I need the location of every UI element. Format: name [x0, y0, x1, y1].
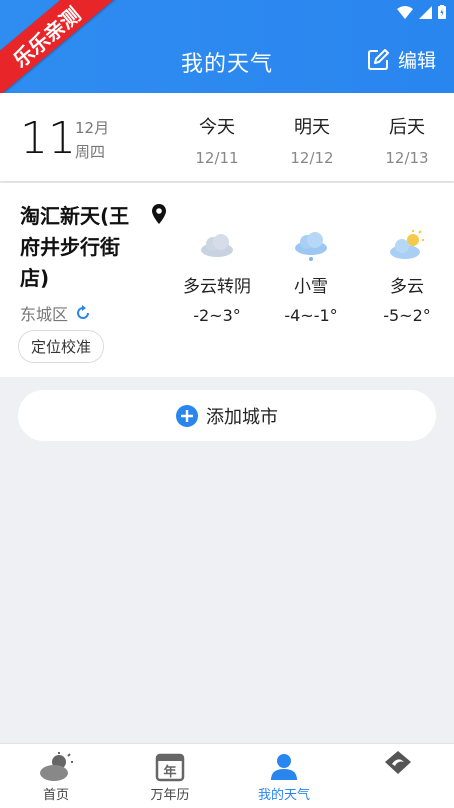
discover-icon	[385, 751, 411, 774]
forecast-condition: 多云	[390, 277, 424, 297]
wifi-icon	[397, 5, 413, 19]
district: 东城区	[20, 301, 92, 325]
forecast-temp: -4~-1°	[284, 306, 338, 325]
bottom-tab-bar: 首页 年 万年历 我的天气	[0, 743, 454, 808]
edit-button[interactable]: 编辑	[366, 46, 436, 73]
day-date: 12/12	[290, 149, 334, 167]
forecast-condition: 多云转阴	[183, 277, 251, 297]
day-date: 12/13	[385, 149, 429, 167]
city-weather-card[interactable]: 淘汇新天(王府井步行街店) 东城区 定位校准 多云转阴 -2~3° 小雪 -4~…	[0, 183, 454, 377]
edit-label: 编辑	[397, 50, 436, 72]
home-weather-icon	[40, 752, 73, 781]
tab-calendar[interactable]: 年 万年历	[125, 750, 215, 803]
tab-label: 万年历	[150, 788, 190, 803]
battery-icon	[438, 5, 446, 19]
day-column-tomorrow: 明天 12/12	[272, 113, 352, 167]
edit-icon	[367, 48, 389, 70]
day-column-today: 今天 12/11	[177, 113, 257, 167]
forecast-temp: -5~2°	[383, 306, 431, 325]
add-icon	[176, 404, 198, 427]
forecast-condition: 小雪	[294, 277, 328, 297]
tab-home[interactable]: 首页	[11, 750, 101, 803]
current-month: 12月	[75, 119, 110, 137]
add-city-button[interactable]: 添加城市	[18, 390, 436, 441]
partly-cloudy-icon	[390, 230, 424, 259]
current-day: 11	[20, 113, 76, 164]
tab-discover[interactable]	[353, 750, 443, 784]
day-column-after-tomorrow: 后天 12/13	[367, 113, 447, 167]
calendar-icon: 年	[155, 753, 185, 782]
calibrate-location-button[interactable]: 定位校准	[18, 330, 105, 363]
add-city-label: 添加城市	[206, 406, 278, 428]
snow-icon	[295, 232, 327, 261]
cloudy-icon	[201, 234, 233, 257]
location-pin-icon	[152, 204, 166, 224]
day-date: 12/11	[195, 149, 239, 167]
forecast-after-tomorrow: 多云 -5~2°	[362, 230, 452, 325]
status-bar	[397, 5, 446, 19]
city-name: 淘汇新天(王府井步行街店)	[20, 204, 130, 290]
day-name: 明天	[294, 117, 330, 138]
date-header: 11 12月 周四 今天 12/11 明天 12/12 后天 12/13	[0, 93, 454, 181]
refresh-icon[interactable]	[74, 304, 92, 322]
tab-my-weather[interactable]: 我的天气	[239, 750, 329, 803]
forecast-tomorrow: 小雪 -4~-1°	[266, 230, 356, 325]
current-weekday: 周四	[75, 143, 106, 161]
day-name: 今天	[199, 117, 235, 138]
user-icon	[271, 754, 297, 780]
forecast-today: 多云转阴 -2~3°	[172, 230, 262, 325]
tab-label: 首页	[42, 788, 69, 803]
svg-text:年: 年	[163, 764, 176, 780]
day-name: 后天	[389, 117, 425, 138]
tab-label: 我的天气	[257, 788, 310, 803]
signal-icon	[419, 5, 432, 19]
district-label: 东城区	[20, 305, 69, 324]
forecast-temp: -2~3°	[193, 306, 241, 325]
